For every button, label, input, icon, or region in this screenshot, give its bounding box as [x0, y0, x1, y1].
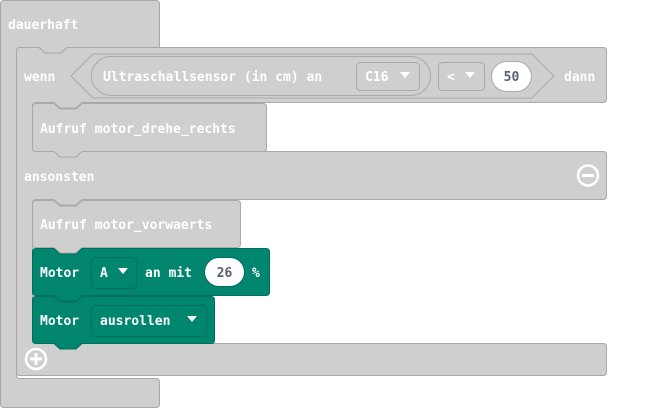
stop-mode-value: ausrollen [100, 314, 170, 329]
comparison-block[interactable]: Ultraschallsensor (in cm) an C16 < 50 [70, 53, 555, 99]
motor-stop-block[interactable]: Motor ausrollen [32, 296, 215, 350]
percent-label: % [252, 266, 260, 281]
call-function-label: Aufruf motor_drehe_rechts [40, 122, 236, 137]
pin-dropdown[interactable]: C16 [356, 62, 420, 91]
ultrasonic-sensor-label: Ultraschallsensor (in cm) an [103, 70, 322, 85]
speed-label: an mit [145, 266, 192, 281]
compare-value: 50 [504, 70, 520, 85]
operator-dropdown[interactable]: < [438, 62, 485, 91]
motor-speed-block[interactable]: Motor A an mit 26 % [32, 248, 270, 302]
motor-dropdown-value: A [100, 266, 108, 281]
ultrasonic-sensor-block[interactable]: Ultraschallsensor (in cm) an C16 [91, 56, 431, 96]
else-label: ansonsten [24, 170, 94, 185]
motor-dropdown[interactable]: A [91, 257, 137, 289]
call-function-label: Aufruf motor_vorwaerts [40, 218, 212, 233]
operator-dropdown-value: < [447, 70, 455, 85]
blocks-workspace: dauerhaft wenn dann ansonsten Ultraschal… [0, 0, 607, 408]
then-label: dann [564, 70, 595, 85]
pin-dropdown-value: C16 [365, 70, 389, 85]
speed-value: 26 [217, 266, 233, 281]
call-function-block[interactable]: Aufruf motor_vorwaerts [32, 200, 241, 254]
compare-value-field[interactable]: 50 [491, 61, 532, 92]
if-label: wenn [24, 70, 55, 85]
speed-value-field[interactable]: 26 [204, 257, 245, 287]
forever-label: dauerhaft [8, 18, 78, 33]
call-function-block[interactable]: Aufruf motor_drehe_rechts [32, 103, 267, 158]
stop-mode-dropdown[interactable]: ausrollen [91, 305, 207, 337]
motor-label: Motor [40, 266, 79, 281]
motor-label: Motor [40, 314, 79, 329]
